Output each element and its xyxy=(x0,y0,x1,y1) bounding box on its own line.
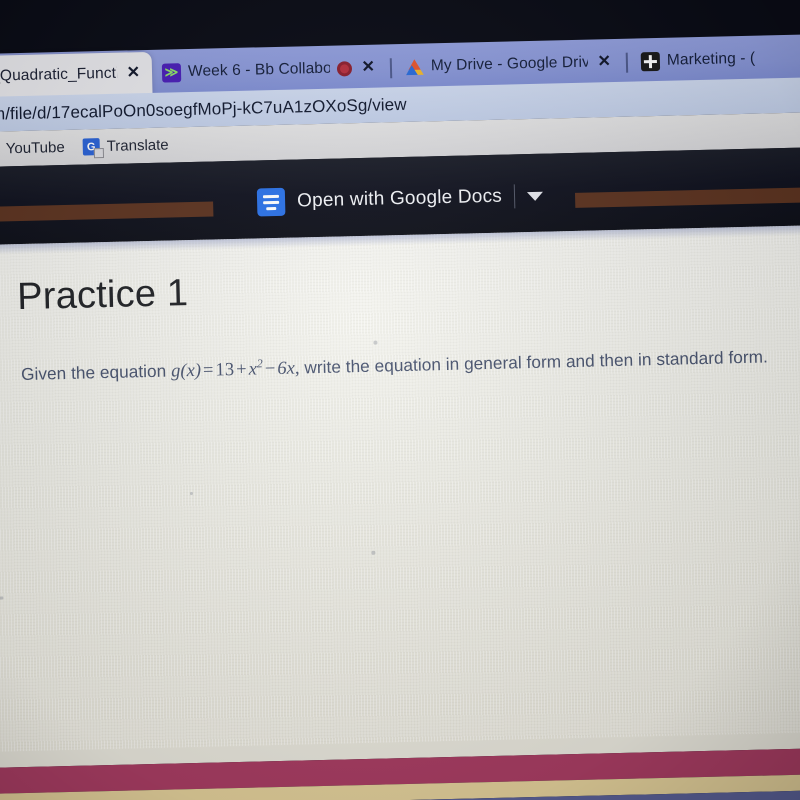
tab-separator xyxy=(625,52,629,73)
tab-title: Week 6 - Bb Collabor xyxy=(187,59,330,81)
dust-speck xyxy=(373,340,378,345)
browser-tab-marketing[interactable]: Marketing - ( xyxy=(630,37,791,83)
browser-tab-bb-collaborate[interactable]: ≫ Week 6 - Bb Collabor ✕ xyxy=(152,46,388,94)
tab-separator xyxy=(389,58,393,79)
open-with-label: Open with Google Docs xyxy=(296,185,503,212)
equation-equals: = xyxy=(202,360,214,381)
body-lead-text: Given the equation xyxy=(20,360,172,385)
tab-close-button[interactable]: ✕ xyxy=(594,53,614,70)
photo-of-screen: P1_Quadratic_Functio ✕ ≫ Week 6 - Bb Col… xyxy=(0,0,800,800)
browser-tab-quadratic[interactable]: P1_Quadratic_Functio ✕ xyxy=(0,51,153,99)
dust-speck xyxy=(0,596,4,600)
equation-linear-term: 6x xyxy=(277,358,296,379)
body-tail-text: write the equation in general form and t… xyxy=(299,346,769,378)
toolbar-divider xyxy=(513,184,516,209)
page-title: Practice 1 xyxy=(16,272,189,319)
document-page: Practice 1 Given the equation g(x)=13+x2… xyxy=(0,224,800,766)
dust-speck xyxy=(371,550,376,555)
blackboard-collaborate-icon: ≫ xyxy=(161,62,182,83)
google-translate-icon: G xyxy=(82,138,100,156)
bookmark-label: Translate xyxy=(106,136,169,155)
equation-plus: + xyxy=(235,359,247,380)
bookmark-youtube[interactable]: YouTube xyxy=(0,139,65,158)
browser-tab-google-drive[interactable]: My Drive - Google Drive ✕ xyxy=(394,41,623,88)
tab-close-button[interactable]: ✕ xyxy=(123,64,143,81)
google-docs-icon xyxy=(256,187,286,217)
tab-title: Marketing - ( xyxy=(666,49,756,69)
chevron-down-icon[interactable] xyxy=(526,191,544,201)
record-dot-icon xyxy=(336,60,352,77)
tab-title: My Drive - Google Drive xyxy=(430,53,588,75)
google-drive-icon xyxy=(405,57,424,76)
google-sheets-icon xyxy=(640,51,661,71)
equation-constant: 13 xyxy=(215,360,235,381)
equation-function: g(x) xyxy=(170,360,202,382)
document-body-text: Given the equation g(x)=13+x2−6x, write … xyxy=(21,343,800,388)
laptop-screen: P1_Quadratic_Functio ✕ ≫ Week 6 - Bb Col… xyxy=(0,0,800,800)
tab-title: P1_Quadratic_Functio xyxy=(0,64,117,86)
tab-close-button[interactable]: ✕ xyxy=(358,59,378,76)
address-bar-url[interactable]: m/file/d/17ecalPoOn0soegfMoPj-kC7uA1zOXo… xyxy=(0,94,407,124)
dust-speck xyxy=(189,492,193,496)
open-with-google-docs-button[interactable]: Open with Google Docs xyxy=(256,182,544,217)
equation-minus: − xyxy=(264,359,276,380)
equation-expression: g(x)=13+x2−6x, xyxy=(170,356,300,382)
bookmark-translate[interactable]: G Translate xyxy=(82,136,169,156)
bookmark-label: YouTube xyxy=(5,138,65,158)
